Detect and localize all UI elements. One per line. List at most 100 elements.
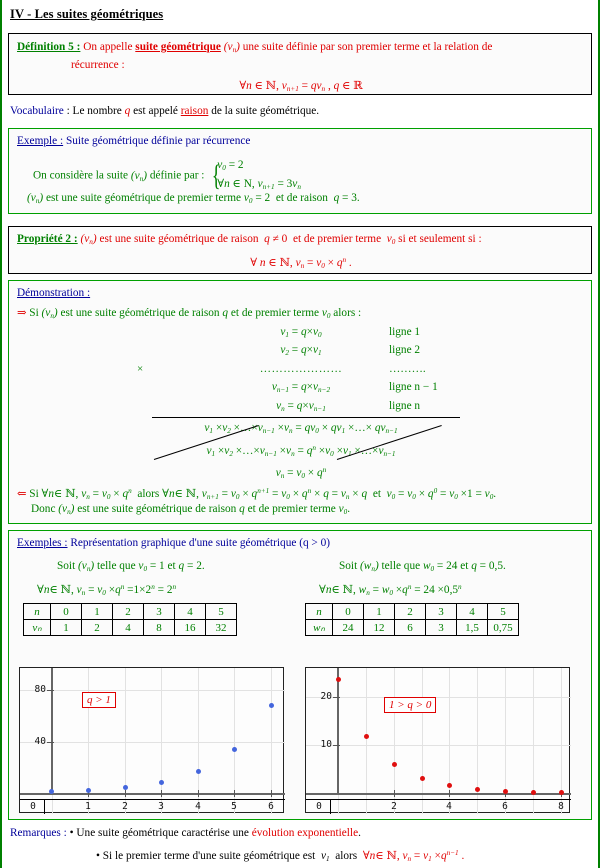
demo-product-line-1: v1 ×v2 ×…×vn−1 ×vn = qv0 × qv1 ×…× qvn−1 bbox=[204, 422, 398, 435]
demonstration-conclusion: Donc (vn) est une suite géométrique de r… bbox=[31, 503, 351, 516]
brace-icon: { bbox=[212, 159, 221, 192]
grid-line bbox=[20, 690, 285, 691]
x-tick bbox=[394, 790, 395, 797]
x-tick bbox=[125, 790, 126, 797]
exemple-label: Exemple : bbox=[17, 135, 64, 147]
grid-line bbox=[306, 697, 571, 698]
right-table-header-w: wₙ bbox=[305, 619, 333, 636]
demo-ligne-n-1: ligne n − 1 bbox=[389, 381, 438, 393]
left-v-0: 1 bbox=[50, 619, 82, 636]
x-tick bbox=[234, 790, 235, 797]
left-n-0: 0 bbox=[50, 603, 82, 620]
exemple-header: Exemple : Suite géométrique définie par … bbox=[17, 134, 250, 149]
grid-line bbox=[306, 745, 571, 746]
right-example-statement: Soit (wn) telle que w0 = 24 et q = 0,5. bbox=[339, 560, 506, 573]
right-w-4: 1,5 bbox=[456, 619, 488, 636]
remarques-label: Remarques : bbox=[10, 827, 67, 839]
propriete-box: Propriété 2 : (vn) est une suite géométr… bbox=[8, 226, 592, 274]
x-tick-label-2: 2 bbox=[391, 801, 397, 812]
y-tick bbox=[47, 690, 54, 691]
right-table-wrap: n 0 1 2 3 4 5 wₙ 24 12 6 3 1,5 0,75 bbox=[305, 603, 519, 636]
system-brace-group: { v0 = 2 ∀n ∈ N, vn+1 = 3vn bbox=[209, 157, 301, 195]
left-chart: 80 40 0 1 2 3 4 5 6 q > 1 bbox=[19, 667, 285, 814]
exemples-subtitle: Représentation graphique d'une suite géo… bbox=[70, 537, 331, 549]
page-title: IV - Les suites géométriques bbox=[10, 7, 164, 21]
left-example-formula: ∀n∈ ℕ, vn = v0 ×qn =1×2n = 2n bbox=[37, 583, 177, 597]
right-n-3: 3 bbox=[425, 603, 457, 620]
data-point bbox=[232, 747, 237, 752]
left-v-3: 8 bbox=[143, 619, 175, 636]
table-row: n 0 1 2 3 4 5 bbox=[23, 603, 237, 620]
exemple-box: Exemple : Suite géométrique définie par … bbox=[8, 128, 592, 214]
data-point bbox=[269, 703, 274, 708]
data-point bbox=[392, 762, 397, 767]
y-tick-label-40: 40 bbox=[34, 736, 46, 747]
table-row: n 0 1 2 3 4 5 bbox=[305, 603, 519, 620]
demo-ligne-2: ligne 2 bbox=[389, 344, 421, 356]
y-tick-label-10: 10 bbox=[320, 739, 332, 750]
right-example-formula: ∀n∈ ℕ, wn = w0 ×qn = 24 ×0,5n bbox=[319, 583, 462, 597]
propriete-statement: (vn) est une suite géométrique de raison… bbox=[80, 233, 482, 246]
propriete-label: Propriété 2 : bbox=[17, 233, 78, 245]
x-tick bbox=[198, 790, 199, 797]
x-tick-label-3: 3 bbox=[158, 801, 164, 812]
definition-text-1: On appelle suite géométrique (vn) une su… bbox=[83, 41, 493, 54]
demonstration-label: Démonstration : bbox=[17, 287, 91, 299]
y-tick bbox=[47, 742, 54, 743]
propriete-header: Propriété 2 : (vn) est une suite géométr… bbox=[17, 232, 482, 250]
exemples-label: Exemples : bbox=[17, 537, 68, 549]
exemple-definition: On considère la suite (vn) définie par :… bbox=[33, 157, 301, 195]
data-point bbox=[420, 776, 425, 781]
left-v-4: 16 bbox=[174, 619, 206, 636]
data-point bbox=[49, 789, 54, 794]
data-point bbox=[447, 783, 452, 788]
right-w-3: 3 bbox=[425, 619, 457, 636]
data-point bbox=[336, 677, 341, 682]
left-chart-badge: q > 1 bbox=[82, 692, 116, 708]
right-w-2: 6 bbox=[394, 619, 426, 636]
x-tick-label-2: 2 bbox=[122, 801, 128, 812]
x-tick-label-0: 0 bbox=[316, 801, 322, 812]
exemples-header: Exemples : Représentation graphique d'un… bbox=[17, 536, 330, 551]
demo-ligne-n: ligne n bbox=[389, 400, 421, 412]
demo-product-line-2: v1 ×v2 ×…×vn−1 ×vn = qn ×v0 ×v1 ×…×vn−1 bbox=[206, 444, 396, 458]
right-n-2: 2 bbox=[394, 603, 426, 620]
left-values-table: n 0 1 2 3 4 5 vₙ 1 2 4 8 16 32 bbox=[23, 603, 237, 636]
remarques-line-2: • Si le premier terme d'une suite géomét… bbox=[96, 849, 465, 863]
left-n-5: 5 bbox=[205, 603, 237, 620]
document-page: IV - Les suites géométriques Définition … bbox=[0, 0, 600, 868]
system-lines: v0 = 2 ∀n ∈ N, vn+1 = 3vn bbox=[217, 159, 301, 191]
data-point bbox=[123, 785, 128, 790]
exemple-conclusion: (vn) est une suite géométrique de premie… bbox=[27, 192, 360, 205]
right-w-5: 0,75 bbox=[487, 619, 519, 636]
x-tick-label-8: 8 bbox=[558, 801, 564, 812]
vocabulaire-label: Vocabulaire bbox=[10, 105, 64, 117]
x-axis bbox=[20, 793, 285, 795]
y-tick-label-20: 20 bbox=[320, 691, 332, 702]
right-chart-badge: 1 > q > 0 bbox=[384, 697, 437, 713]
x-tick-label-4: 4 bbox=[446, 801, 452, 812]
data-point bbox=[159, 780, 164, 785]
left-n-4: 4 bbox=[174, 603, 206, 620]
x-tick-label-6: 6 bbox=[502, 801, 508, 812]
propriete-formula: ∀ n ∈ ℕ, vn = v0 × qn . bbox=[250, 256, 352, 270]
data-point bbox=[531, 790, 536, 795]
definition-formula: ∀n ∈ ℕ, vn+1 = qvn , q ∈ ℝ bbox=[239, 80, 363, 93]
y-axis bbox=[51, 668, 53, 794]
x-tick-label-6: 6 bbox=[268, 801, 274, 812]
right-n-5: 5 bbox=[487, 603, 519, 620]
left-v-5: 32 bbox=[205, 619, 237, 636]
demo-horizontal-rule bbox=[152, 417, 460, 418]
y-tick-label-80: 80 bbox=[34, 684, 46, 695]
demo-times-symbol: × bbox=[137, 363, 144, 375]
page-rail-left bbox=[0, 0, 2, 868]
data-point bbox=[364, 734, 369, 739]
table-row: wₙ 24 12 6 3 1,5 0,75 bbox=[305, 619, 519, 636]
remarques-line-1: Remarques : • Une suite géométrique cara… bbox=[10, 827, 361, 839]
data-point bbox=[475, 787, 480, 792]
data-point bbox=[503, 789, 508, 794]
remarques-highlight: évolution exponentielle bbox=[251, 827, 359, 839]
y-axis bbox=[337, 668, 339, 794]
demo-result: vn = v0 × qn bbox=[275, 466, 327, 480]
demo-ligne-dots: ………. bbox=[389, 363, 426, 375]
